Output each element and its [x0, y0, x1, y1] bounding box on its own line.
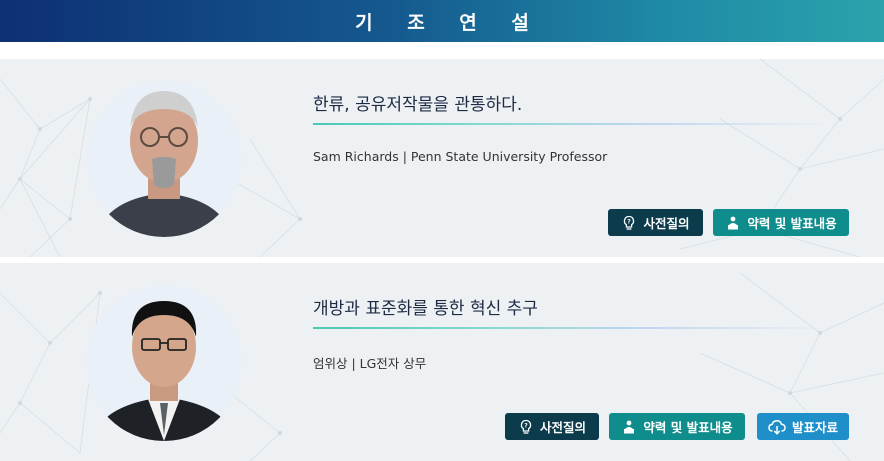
svg-text:?: ?: [628, 218, 632, 225]
title-divider: [313, 327, 833, 329]
lightbulb-question-icon: ?: [520, 419, 532, 434]
speaker-name: Sam Richards | Penn State University Pro…: [313, 149, 608, 164]
keynote-card-1: 한류, 공유저작물을 관통하다. Sam Richards | Penn Sta…: [0, 59, 884, 257]
speaker-photo: [86, 285, 242, 441]
section-header: 기 조 연 설: [0, 0, 884, 42]
speaker-name: 엄위상 | LG전자 상무: [313, 356, 427, 371]
lightbulb-question-icon: ?: [624, 215, 635, 230]
profile-and-talk-button[interactable]: 약력 및 발표내용: [609, 413, 745, 440]
pre-question-label: 사전질의: [643, 216, 690, 231]
profile-and-talk-label: 약력 및 발표내용: [747, 216, 837, 231]
profile-and-talk-button[interactable]: 약력 및 발표내용: [713, 209, 849, 236]
cloud-download-icon: [768, 419, 786, 435]
podium-speaker-icon: [728, 216, 739, 229]
pre-question-button[interactable]: ? 사전질의: [608, 209, 703, 236]
presentation-download-button[interactable]: 발표자료: [757, 413, 849, 440]
podium-speaker-icon: [624, 420, 635, 433]
svg-text:?: ?: [524, 422, 528, 429]
keynote-title: 한류, 공유저작물을 관통하다.: [313, 95, 523, 115]
title-divider: [313, 123, 833, 125]
pre-question-button[interactable]: ? 사전질의: [505, 413, 599, 440]
keynote-card-2: 개방과 표준화를 통한 혁신 추구 엄위상 | LG전자 상무 ? 사전질의 약…: [0, 263, 884, 461]
pre-question-label: 사전질의: [539, 420, 586, 435]
speaker-photo: [86, 81, 242, 237]
section-title: 기 조 연 설: [355, 11, 543, 34]
profile-and-talk-label: 약력 및 발표내용: [643, 420, 733, 435]
keynote-title: 개방과 표준화를 통한 혁신 추구: [313, 299, 538, 319]
presentation-download-label: 발표자료: [791, 420, 838, 435]
